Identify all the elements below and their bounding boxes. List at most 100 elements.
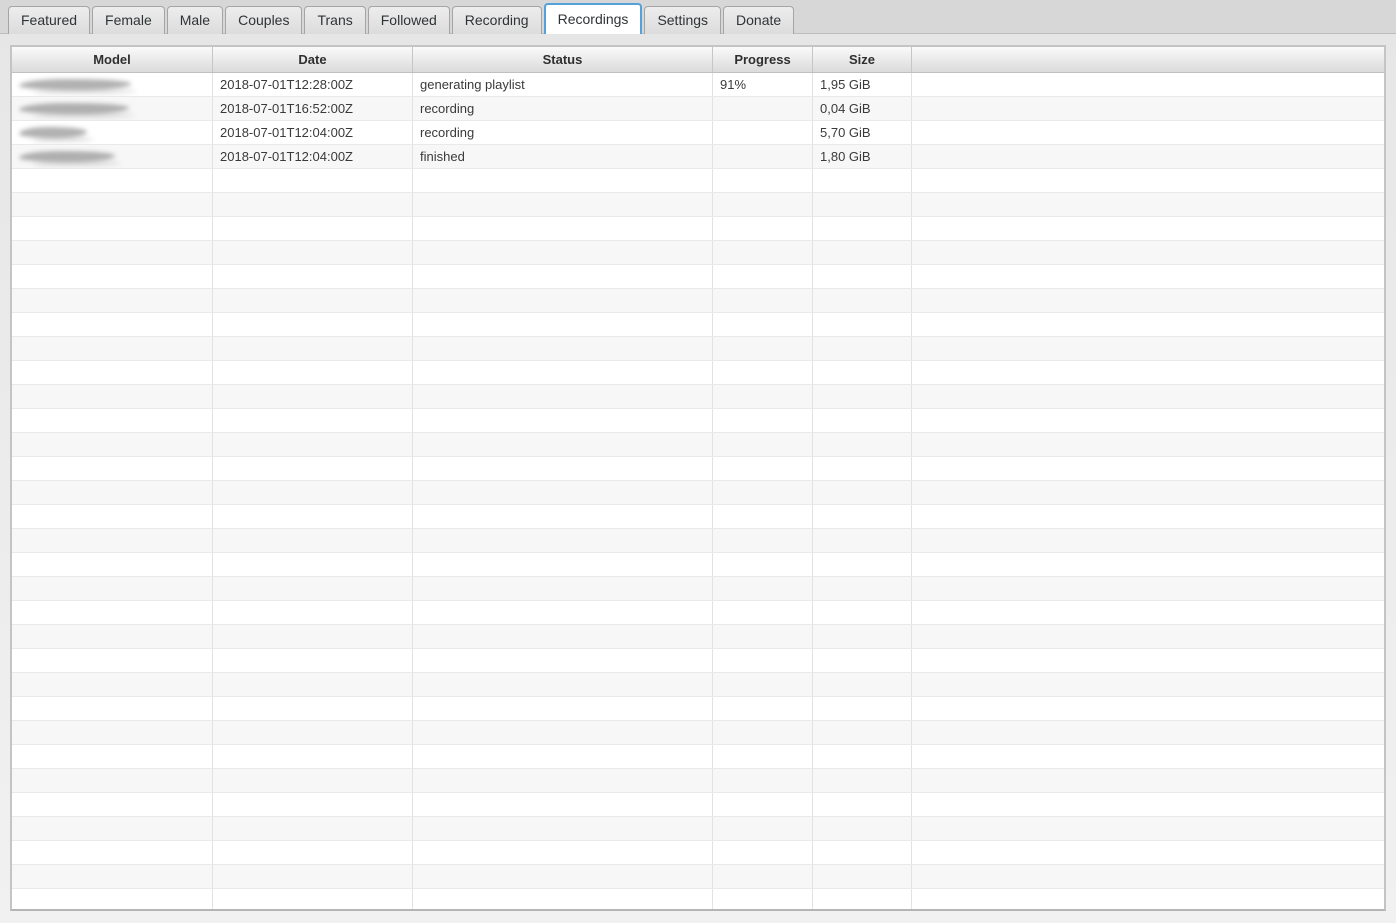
table-row[interactable] xyxy=(12,577,1384,601)
cell-model xyxy=(12,553,213,576)
table-row[interactable] xyxy=(12,721,1384,745)
table-row[interactable] xyxy=(12,601,1384,625)
cell-status xyxy=(413,649,713,672)
tab-followed[interactable]: Followed xyxy=(367,6,450,34)
table-row[interactable] xyxy=(12,841,1384,865)
table-row[interactable] xyxy=(12,457,1384,481)
cell-size xyxy=(813,625,912,648)
table-header-row: Model Date Status Progress Size xyxy=(12,47,1384,73)
table-row[interactable] xyxy=(12,649,1384,673)
tab-settings[interactable]: Settings xyxy=(644,6,722,34)
table-row[interactable] xyxy=(12,505,1384,529)
tab-recording[interactable]: Recording xyxy=(451,6,542,34)
table-row[interactable]: 2018-07-01T16:52:00Z recording 0,04 GiB xyxy=(12,97,1384,121)
cell-date xyxy=(213,505,413,528)
cell-model xyxy=(12,337,213,360)
table-row[interactable] xyxy=(12,673,1384,697)
cell-date xyxy=(213,721,413,744)
cell-date: 2018-07-01T12:28:00Z xyxy=(213,73,413,96)
table-row[interactable] xyxy=(12,217,1384,241)
cell-status xyxy=(413,313,713,336)
table-row[interactable] xyxy=(12,385,1384,409)
table-row[interactable] xyxy=(12,433,1384,457)
cell-size xyxy=(813,337,912,360)
cell-model xyxy=(12,361,213,384)
tab-female[interactable]: Female xyxy=(92,6,165,34)
table-row[interactable] xyxy=(12,697,1384,721)
table-row[interactable] xyxy=(12,361,1384,385)
table-row[interactable] xyxy=(12,265,1384,289)
cell-model xyxy=(12,529,213,552)
cell-filler xyxy=(912,313,1384,336)
table-row[interactable] xyxy=(12,817,1384,841)
cell-status: recording xyxy=(413,121,713,144)
table-row[interactable] xyxy=(12,409,1384,433)
cell-filler xyxy=(912,577,1384,600)
table-row[interactable] xyxy=(12,769,1384,793)
table-row[interactable] xyxy=(12,337,1384,361)
cell-size xyxy=(813,673,912,696)
cell-progress xyxy=(713,577,813,600)
cell-date xyxy=(213,577,413,600)
cell-size xyxy=(813,169,912,192)
tab-trans[interactable]: Trans xyxy=(304,6,366,34)
cell-size xyxy=(813,529,912,552)
cell-status xyxy=(413,289,713,312)
cell-size xyxy=(813,769,912,792)
column-header-model[interactable]: Model xyxy=(12,47,213,72)
cell-date xyxy=(213,865,413,888)
cell-filler xyxy=(912,193,1384,216)
cell-progress xyxy=(713,361,813,384)
table-row[interactable]: 2018-07-01T12:04:00Z recording 5,70 GiB xyxy=(12,121,1384,145)
table-row[interactable] xyxy=(12,481,1384,505)
table-row[interactable] xyxy=(12,529,1384,553)
tab-donate[interactable]: Donate xyxy=(723,6,795,34)
table-row[interactable] xyxy=(12,169,1384,193)
cell-size xyxy=(813,865,912,888)
tab-couples[interactable]: Couples xyxy=(225,6,303,34)
cell-size xyxy=(813,193,912,216)
table-row[interactable]: 2018-07-01T12:04:00Z finished 1,80 GiB xyxy=(12,145,1384,169)
cell-status xyxy=(413,745,713,768)
cell-size xyxy=(813,841,912,864)
table-row[interactable] xyxy=(12,241,1384,265)
table-row[interactable] xyxy=(12,793,1384,817)
cell-model xyxy=(12,865,213,888)
cell-model xyxy=(12,193,213,216)
table-row[interactable] xyxy=(12,865,1384,889)
table-row[interactable] xyxy=(12,745,1384,769)
tab-recordings[interactable]: Recordings xyxy=(543,3,643,34)
redacted-model-name xyxy=(19,79,131,90)
cell-size: 1,80 GiB xyxy=(813,145,912,168)
cell-size xyxy=(813,601,912,624)
table-row[interactable] xyxy=(12,625,1384,649)
cell-date xyxy=(213,745,413,768)
table-row[interactable]: 2018-07-01T12:28:00Z generating playlist 9… xyxy=(12,73,1384,97)
cell-filler xyxy=(912,121,1384,144)
table-row[interactable] xyxy=(12,313,1384,337)
table-row[interactable] xyxy=(12,889,1384,909)
cell-status xyxy=(413,721,713,744)
table-row[interactable] xyxy=(12,193,1384,217)
column-header-size[interactable]: Size xyxy=(813,47,912,72)
cell-size xyxy=(813,385,912,408)
tab-featured[interactable]: Featured xyxy=(8,6,91,34)
cell-size: 5,70 GiB xyxy=(813,121,912,144)
cell-model xyxy=(12,721,213,744)
cell-status: generating playlist xyxy=(413,73,713,96)
column-header-progress[interactable]: Progress xyxy=(713,47,813,72)
column-header-status[interactable]: Status xyxy=(413,47,713,72)
cell-progress xyxy=(713,313,813,336)
table-row[interactable] xyxy=(12,553,1384,577)
cell-model xyxy=(12,889,213,909)
cell-date xyxy=(213,433,413,456)
cell-progress xyxy=(713,841,813,864)
cell-model xyxy=(12,385,213,408)
cell-model xyxy=(12,145,213,168)
cell-date xyxy=(213,601,413,624)
tab-male[interactable]: Male xyxy=(166,6,224,34)
column-header-date[interactable]: Date xyxy=(213,47,413,72)
table-row[interactable] xyxy=(12,289,1384,313)
cell-progress: 91% xyxy=(713,73,813,96)
cell-model xyxy=(12,73,213,96)
